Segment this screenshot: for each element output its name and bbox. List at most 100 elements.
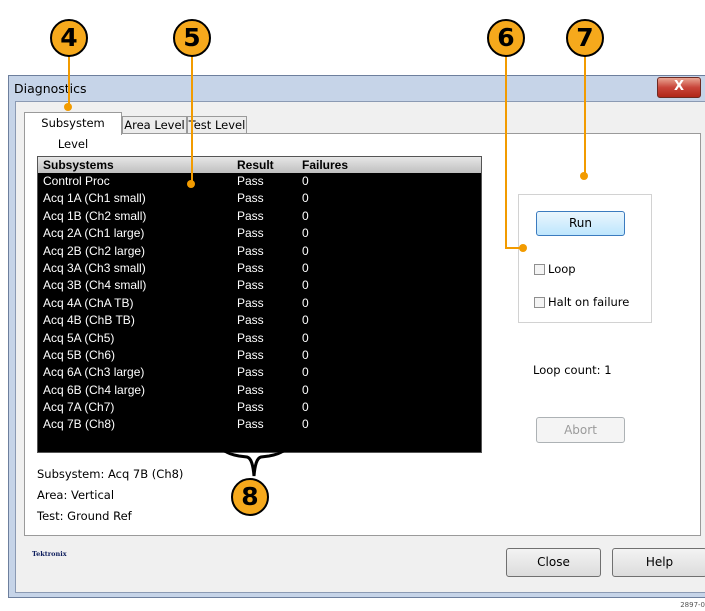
cell-result: Pass: [237, 191, 264, 206]
list-item[interactable]: Acq 7A (Ch7) Pass 0: [38, 399, 481, 416]
loop-checkbox[interactable]: Loop: [534, 262, 576, 276]
list-item[interactable]: Acq 6B (Ch4 large) Pass 0: [38, 382, 481, 399]
cell-result: Pass: [237, 208, 264, 223]
window-close-button[interactable]: X: [657, 77, 701, 98]
cell-failures: 0: [302, 365, 309, 380]
tab-area-level[interactable]: Area Level: [122, 116, 187, 134]
window-title: Diagnostics: [14, 81, 87, 96]
diagnostics-window: Diagnostics X Subsystem Level Area Level…: [8, 75, 705, 598]
cell-failures: 0: [302, 174, 309, 188]
list-item[interactable]: Acq 2A (Ch1 large) Pass 0: [38, 225, 481, 242]
list-item[interactable]: Acq 3B (Ch4 small) Pass 0: [38, 277, 481, 294]
halt-checkbox-box[interactable]: [534, 296, 545, 308]
list-item[interactable]: Acq 3A (Ch3 small) Pass 0: [38, 260, 481, 277]
column-header-subsystems[interactable]: Subsystems: [43, 158, 114, 172]
list-item[interactable]: Acq 4B (ChB TB) Pass 0: [38, 312, 481, 329]
cell-subsystem: Acq 1B (Ch2 small): [43, 208, 147, 223]
cell-subsystem: Acq 5A (Ch5): [43, 330, 115, 345]
list-item[interactable]: Acq 5A (Ch5) Pass 0: [38, 330, 481, 347]
column-header-failures[interactable]: Failures: [302, 158, 348, 172]
close-button[interactable]: Close: [506, 548, 601, 577]
cell-failures: 0: [302, 243, 309, 258]
leader-line-4: [68, 56, 70, 107]
run-button[interactable]: Run: [536, 211, 625, 236]
leader-dot-6: [519, 244, 527, 252]
tab-test-level[interactable]: Test Level: [187, 116, 247, 134]
cell-result: Pass: [237, 243, 264, 258]
list-header: Subsystems Result Failures: [38, 157, 481, 173]
list-item[interactable]: Acq 6A (Ch3 large) Pass 0: [38, 364, 481, 381]
list-item[interactable]: Control Proc Pass 0: [38, 173, 481, 190]
cell-result: Pass: [237, 226, 264, 241]
cell-result: Pass: [237, 313, 264, 328]
cell-subsystem: Control Proc: [43, 174, 110, 188]
cell-subsystem: Acq 2A (Ch1 large): [43, 226, 145, 241]
cell-failures: 0: [302, 347, 309, 362]
cell-result: Pass: [237, 400, 264, 415]
cell-failures: 0: [302, 208, 309, 223]
cell-result: Pass: [237, 330, 264, 345]
leader-dot-7: [580, 172, 588, 180]
leader-dot-4: [64, 103, 72, 111]
cell-result: Pass: [237, 417, 264, 432]
cell-failures: 0: [302, 417, 309, 432]
cell-result: Pass: [237, 278, 264, 293]
leader-dot-5: [187, 180, 195, 188]
column-header-result[interactable]: Result: [237, 158, 274, 172]
detail-area: Area: Vertical: [37, 488, 115, 502]
cell-failures: 0: [302, 400, 309, 415]
figure-id: 2897-0: [680, 601, 705, 609]
results-list[interactable]: Subsystems Result Failures Control Proc P…: [37, 156, 482, 453]
list-item[interactable]: Acq 2B (Ch2 large) Pass 0: [38, 243, 481, 260]
cell-subsystem: Acq 7B (Ch8): [43, 417, 116, 432]
halt-on-failure-checkbox[interactable]: Halt on failure: [534, 295, 629, 309]
cell-subsystem: Acq 7A (Ch7): [43, 400, 115, 415]
cell-failures: 0: [302, 191, 309, 206]
cell-subsystem: Acq 2B (Ch2 large): [43, 243, 146, 258]
cell-result: Pass: [237, 174, 264, 188]
cell-subsystem: Acq 6B (Ch4 large): [43, 382, 146, 397]
cell-failures: 0: [302, 260, 309, 275]
leader-line-6: [505, 56, 507, 249]
leader-line-7: [584, 56, 586, 176]
cell-failures: 0: [302, 295, 309, 310]
brace-8: [218, 441, 290, 477]
cell-failures: 0: [302, 313, 309, 328]
help-button[interactable]: Help: [612, 548, 705, 577]
halt-label: Halt on failure: [548, 295, 630, 309]
list-item[interactable]: Acq 4A (ChA TB) Pass 0: [38, 295, 481, 312]
cell-result: Pass: [237, 260, 264, 275]
tektronix-logo: Tektronix: [32, 550, 67, 558]
callout-8: 8: [231, 478, 269, 516]
list-item[interactable]: Acq 5B (Ch6) Pass 0: [38, 347, 481, 364]
cell-subsystem: Acq 3B (Ch4 small): [43, 278, 147, 293]
tab-subsystem-level[interactable]: Subsystem Level: [24, 112, 122, 151]
detail-test: Test: Ground Ref: [37, 509, 132, 523]
callout-5: 5: [173, 19, 211, 57]
cell-result: Pass: [237, 347, 264, 362]
cell-subsystem: Acq 5B (Ch6): [43, 347, 116, 362]
list-item[interactable]: Acq 1A (Ch1 small) Pass 0: [38, 190, 481, 207]
run-options-group: Run Loop Halt on failure: [518, 194, 652, 323]
cell-failures: 0: [302, 226, 309, 241]
list-item[interactable]: Acq 1B (Ch2 small) Pass 0: [38, 208, 481, 225]
dialog-body: Subsystem Level Area Level Test Level Su…: [15, 101, 705, 593]
list-rows: Control Proc Pass 0 Acq 1A (Ch1 small) Pass 0…: [38, 173, 481, 434]
cell-failures: 0: [302, 330, 309, 345]
cell-result: Pass: [237, 382, 264, 397]
loop-count: Loop count: 1: [533, 363, 612, 377]
callout-4: 4: [50, 19, 88, 57]
list-item[interactable]: Acq 7B (Ch8) Pass 0: [38, 416, 481, 433]
cell-subsystem: Acq 1A (Ch1 small): [43, 191, 146, 206]
abort-button[interactable]: Abort: [536, 417, 625, 443]
cell-subsystem: Acq 3A (Ch3 small): [43, 260, 146, 275]
cell-subsystem: Acq 6A (Ch3 large): [43, 365, 145, 380]
loop-checkbox-box[interactable]: [534, 263, 545, 275]
detail-subsystem: Subsystem: Acq 7B (Ch8): [37, 467, 184, 481]
title-bar: Diagnostics X: [9, 76, 705, 102]
cell-result: Pass: [237, 365, 264, 380]
cell-failures: 0: [302, 278, 309, 293]
leader-line-5: [191, 56, 193, 185]
callout-7: 7: [566, 19, 604, 57]
cell-result: Pass: [237, 295, 264, 310]
